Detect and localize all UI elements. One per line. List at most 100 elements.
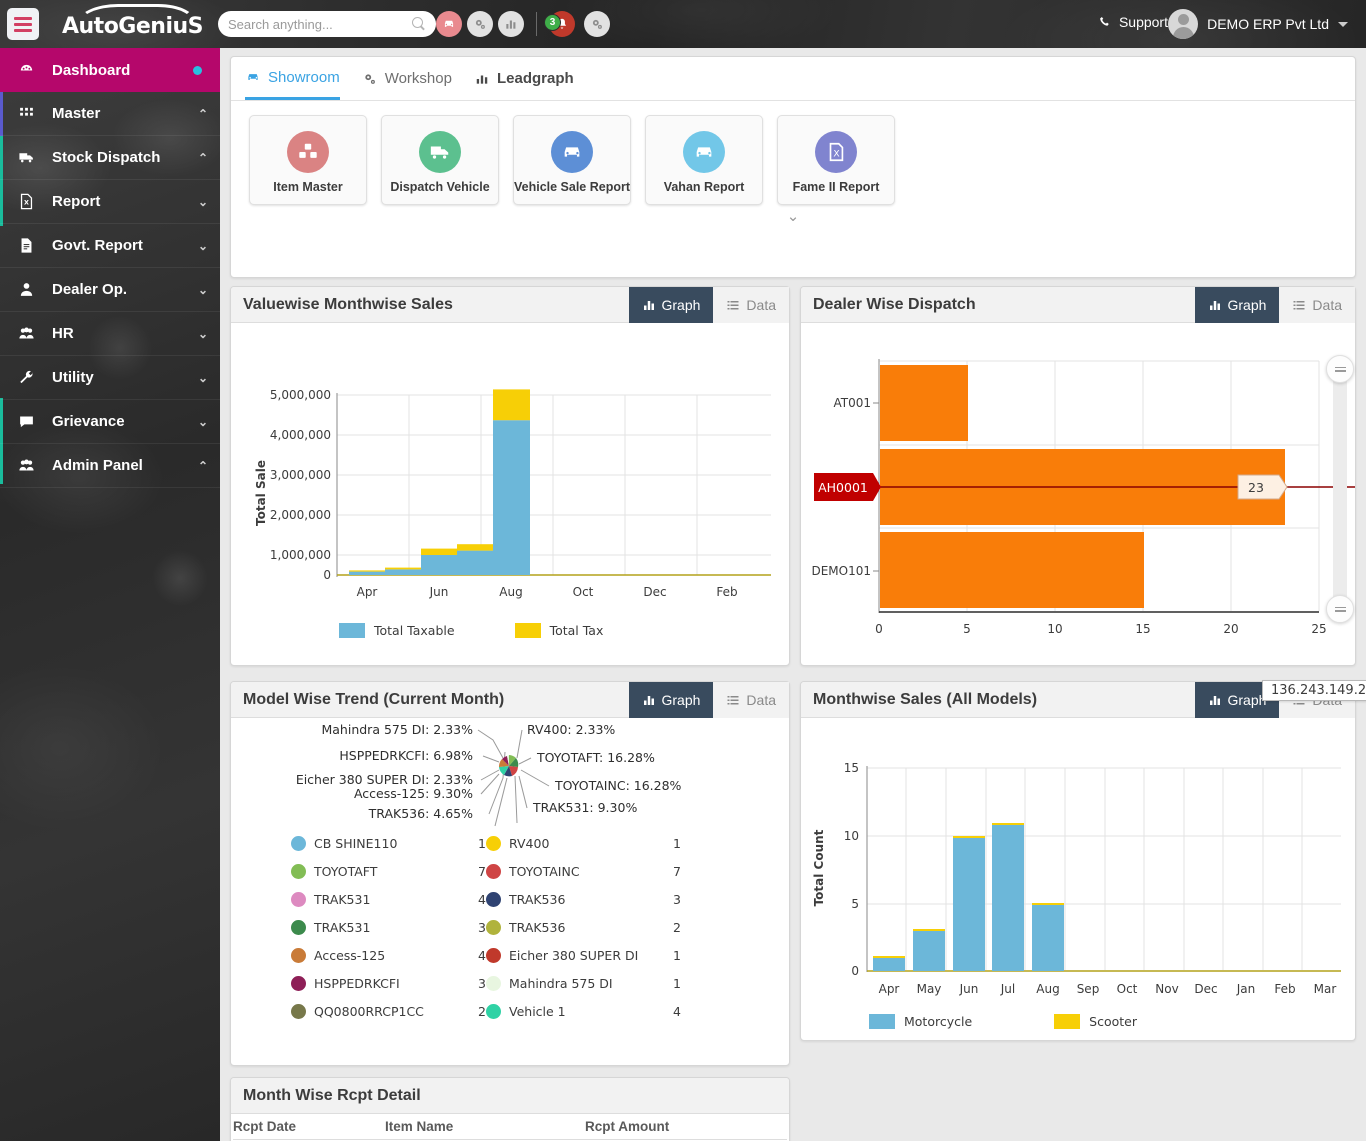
tab-showroom[interactable]: Showroom xyxy=(245,57,340,100)
svg-text:0: 0 xyxy=(851,964,859,978)
legend-value: 3 xyxy=(456,920,486,935)
data-toggle-button[interactable]: Data xyxy=(1279,287,1355,323)
model-wise-trend-panel: Model Wise Trend (Current Month) Graph D… xyxy=(230,681,790,1066)
legend-item[interactable]: TRAK536 xyxy=(486,892,651,907)
svg-text:3,000,000: 3,000,000 xyxy=(270,468,331,482)
legend-label: Scooter xyxy=(1089,1014,1137,1029)
legend-label: Motorcycle xyxy=(904,1014,972,1029)
legend-item[interactable]: TOYOTAINC xyxy=(486,864,651,879)
toggle-label: Graph xyxy=(1228,297,1267,313)
legend-item[interactable]: Motorcycle xyxy=(869,1014,972,1029)
legend-item[interactable]: TRAK536 xyxy=(486,920,651,935)
tile-dispatch-vehicle[interactable]: Dispatch Vehicle xyxy=(381,115,499,205)
legend-item[interactable]: RV400 xyxy=(486,836,651,851)
legend-item[interactable]: Scooter xyxy=(1054,1014,1137,1029)
sidebar-item-admin-panel[interactable]: Admin Panel ⌃ xyxy=(0,444,220,488)
data-toggle-button[interactable]: Data xyxy=(713,287,789,323)
svg-text:5: 5 xyxy=(963,622,971,636)
legend-item[interactable]: CB SHINE110 xyxy=(291,836,456,851)
tab-leadgraph[interactable]: Leadgraph xyxy=(474,57,574,100)
tab-workshop[interactable]: Workshop xyxy=(362,57,452,100)
sidebar-item-report[interactable]: X Report ⌄ xyxy=(0,180,220,224)
legend-label: HSPPEDRKCFI xyxy=(314,976,400,991)
legend-item[interactable]: QQ0800RRCP1CC xyxy=(291,1004,456,1019)
legend-item[interactable]: TOYOTAFT xyxy=(291,864,456,879)
legend-item[interactable]: Access-125 xyxy=(291,948,456,963)
panel-title: Monthwise Sales (All Models) xyxy=(813,691,1037,709)
search-icon[interactable] xyxy=(412,17,426,31)
sidebar-item-govt-report[interactable]: Govt. Report ⌄ xyxy=(0,224,220,268)
legend-dot xyxy=(291,892,306,907)
svg-text:X: X xyxy=(833,148,839,159)
graph-toggle-button[interactable]: Graph xyxy=(629,682,714,718)
pie-callout: Mahindra 575 DI: 2.33% xyxy=(321,722,473,737)
legend-item[interactable]: Total Tax xyxy=(515,623,604,638)
legend-item[interactable]: HSPPEDRKCFI xyxy=(291,976,456,991)
menu-toggle-button[interactable] xyxy=(7,8,39,40)
sidebar-item-label: Govt. Report xyxy=(52,237,186,254)
sidebar-item-dashboard[interactable]: Dashboard xyxy=(0,48,220,92)
legend-value: 4 xyxy=(456,948,486,963)
brand-logo[interactable]: AutoGeniuS xyxy=(55,2,210,46)
header-divider xyxy=(536,12,537,36)
excel-file-icon: X xyxy=(815,131,857,173)
legend-item[interactable]: Mahindra 575 DI xyxy=(486,976,651,991)
legend-item[interactable]: Vehicle 1 xyxy=(486,1004,651,1019)
sidebar-item-master[interactable]: Master ⌃ xyxy=(0,92,220,136)
svg-text:Feb: Feb xyxy=(716,585,737,599)
data-toggle-button[interactable]: Data xyxy=(713,682,789,718)
gears-icon xyxy=(473,17,487,31)
legend-label: Mahindra 575 DI xyxy=(509,976,613,991)
bar-chart-icon-button[interactable] xyxy=(498,11,524,37)
sidebar-item-stock-dispatch[interactable]: Stock Dispatch ⌃ xyxy=(0,136,220,180)
legend-dot xyxy=(486,1004,501,1019)
column-header: Rcpt Date xyxy=(233,1119,385,1134)
list-icon xyxy=(726,694,740,706)
bar-chart-icon xyxy=(642,299,656,311)
legend-value: 7 xyxy=(651,864,681,879)
legend-item[interactable]: TRAK531 xyxy=(291,920,456,935)
graph-toggle-button[interactable]: Graph xyxy=(1195,287,1280,323)
scrollbar-handle-bottom[interactable] xyxy=(1326,595,1354,623)
tile-vahan-report[interactable]: Vahan Report xyxy=(645,115,763,205)
legend-item[interactable]: Total Taxable xyxy=(339,623,455,638)
svg-text:Nov: Nov xyxy=(1155,982,1178,996)
legend-item[interactable]: Eicher 380 SUPER DI xyxy=(486,948,651,963)
legend-item[interactable]: TRAK531 xyxy=(291,892,456,907)
pie-callout: TOYOTAFT: 16.28% xyxy=(536,750,655,765)
month-wise-rcpt-detail-panel: Month Wise Rcpt Detail Rcpt Date Item Na… xyxy=(230,1077,790,1141)
sidebar-item-dealer-op[interactable]: Dealer Op. ⌄ xyxy=(0,268,220,312)
tile-vehicle-sale-report[interactable]: Vehicle Sale Report xyxy=(513,115,631,205)
chevron-down-icon xyxy=(1338,22,1348,27)
tile-fame-ii-report[interactable]: X Fame II Report xyxy=(777,115,895,205)
view-toggle-group: Graph Data xyxy=(1195,287,1356,323)
graph-toggle-button[interactable]: Graph xyxy=(629,287,714,323)
chevron-up-icon: ⌃ xyxy=(186,459,220,473)
sidebar-item-label: Master xyxy=(52,105,186,122)
car-icon-button[interactable] xyxy=(436,11,462,37)
quick-actions-panel: Showroom Workshop Leadgraph Item Master xyxy=(230,56,1356,278)
legend-label: TRAK531 xyxy=(314,892,370,907)
tab-label: Workshop xyxy=(385,70,452,87)
sidebar-item-grievance[interactable]: Grievance ⌄ xyxy=(0,400,220,444)
svg-text:DEMO101: DEMO101 xyxy=(811,564,871,578)
tile-label: Vahan Report xyxy=(664,180,745,194)
excel-file-icon: X xyxy=(0,193,52,210)
tile-item-master[interactable]: Item Master xyxy=(249,115,367,205)
sidebar-item-utility[interactable]: Utility ⌄ xyxy=(0,356,220,400)
support-button[interactable]: Support xyxy=(1098,14,1168,30)
active-indicator-dot xyxy=(193,66,202,75)
notifications-button[interactable]: 3 xyxy=(549,11,575,37)
search-box[interactable] xyxy=(218,11,436,37)
user-menu[interactable]: DEMO ERP Pvt Ltd xyxy=(1168,9,1348,39)
search-input[interactable] xyxy=(228,17,412,32)
legend-dot xyxy=(291,1004,306,1019)
chart-scrollbar[interactable] xyxy=(1333,369,1347,615)
svg-text:0: 0 xyxy=(323,568,331,582)
legend-dot xyxy=(291,836,306,851)
scrollbar-handle-top[interactable] xyxy=(1326,355,1354,383)
expand-more-icon[interactable]: ⌄ xyxy=(231,207,1355,225)
gears-icon-button[interactable] xyxy=(467,11,493,37)
settings-icon-button[interactable] xyxy=(584,11,610,37)
sidebar-item-hr[interactable]: HR ⌄ xyxy=(0,312,220,356)
